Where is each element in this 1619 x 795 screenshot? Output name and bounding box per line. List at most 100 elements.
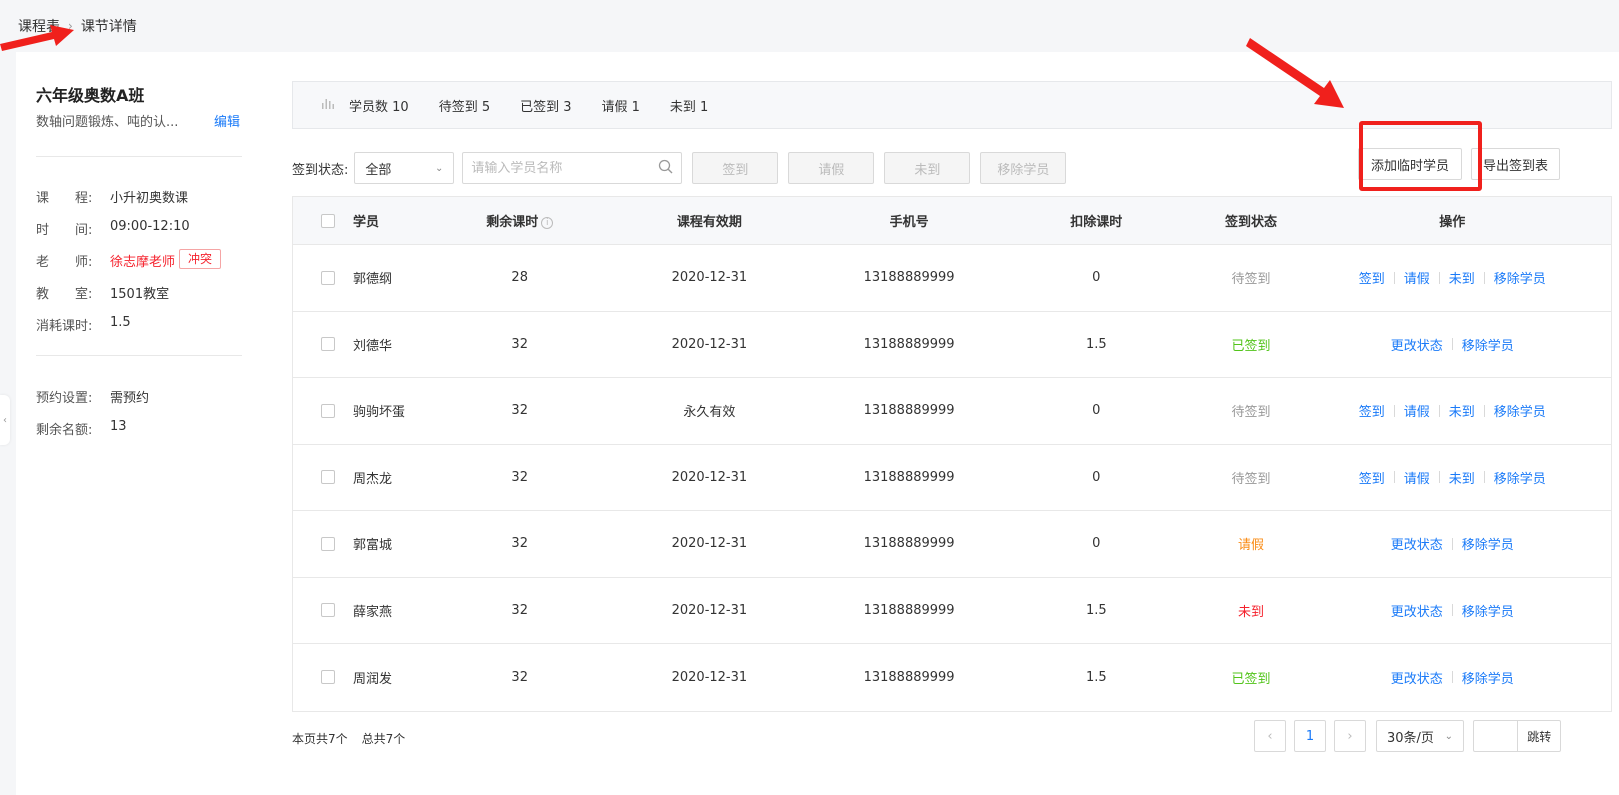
deducted-hours: 0: [1092, 536, 1101, 552]
class-description: 数轴问题锻炼、吨的认...: [36, 115, 179, 130]
row-action-link[interactable]: 移除学员: [1462, 601, 1514, 620]
row-action-link[interactable]: 移除学员: [1462, 335, 1514, 354]
row-checkbox[interactable]: [320, 536, 335, 551]
row-actions: 更改状态 移除学员: [1391, 668, 1514, 687]
bulk-leave-button[interactable]: 请假: [788, 152, 875, 184]
table-row: 薛家燕 32 2020-12-31 13188889999 1.5 未到 更改状态 移除学员: [293, 578, 1611, 644]
search-icon[interactable]: [658, 159, 673, 178]
row-action-link[interactable]: 请假: [1404, 268, 1430, 287]
info-value: 13: [110, 419, 127, 434]
action-divider: [1393, 271, 1395, 284]
page-count: 本页共7个: [292, 732, 348, 746]
bulk-remove-button[interactable]: 移除学员: [980, 152, 1067, 184]
class-title: 六年级奥数A班: [36, 86, 145, 105]
row-action-link[interactable]: 移除学员: [1494, 401, 1546, 420]
row-checkbox[interactable]: [320, 337, 335, 352]
remaining-hours: 28: [511, 270, 528, 286]
row-action-link[interactable]: 更改状态: [1391, 534, 1443, 553]
row-checkbox[interactable]: [320, 470, 335, 485]
page-size-value: 30条/页: [1387, 730, 1434, 746]
info-value: 需预约: [110, 391, 150, 406]
next-page-button[interactable]: ›: [1334, 720, 1366, 752]
row-action-link[interactable]: 移除学员: [1494, 268, 1546, 287]
row-action-link[interactable]: 请假: [1404, 401, 1430, 420]
row-action-link[interactable]: 签到: [1359, 468, 1385, 487]
breadcrumb-separator-icon: ›: [68, 19, 73, 33]
sign-in-status: 已签到: [1231, 671, 1271, 687]
sign-in-status: 请假: [1238, 538, 1265, 554]
remaining-hours: 32: [511, 669, 528, 685]
jump-button[interactable]: 跳转: [1518, 728, 1560, 745]
page-number-button[interactable]: 1: [1294, 720, 1326, 752]
info-row-time: 时 间: 09:00-12:10: [36, 219, 190, 238]
jump-page-input[interactable]: [1474, 721, 1519, 751]
phone-number: 13188889999: [863, 469, 955, 485]
row-actions: 签到 请假 未到 移除学员: [1359, 468, 1546, 487]
row-checkbox[interactable]: [320, 403, 335, 418]
row-action-link[interactable]: 签到: [1359, 401, 1385, 420]
row-action-link[interactable]: 请假: [1404, 468, 1430, 487]
stat-signed: 已签到 3: [520, 99, 572, 115]
deducted-hours: 0: [1092, 469, 1101, 485]
col-header-label: 剩余课时: [486, 215, 539, 230]
col-header-validity: 课程有效期: [676, 215, 742, 230]
select-all-checkbox[interactable]: [320, 213, 335, 228]
row-checkbox[interactable]: [320, 603, 335, 618]
deducted-hours: 0: [1092, 403, 1101, 419]
deducted-hours: 0: [1092, 270, 1101, 286]
row-action-link[interactable]: 移除学员: [1462, 668, 1514, 687]
breadcrumb: 课程表 › 课节详情: [18, 16, 137, 36]
row-checkbox[interactable]: [320, 670, 335, 685]
action-divider: [1438, 271, 1440, 284]
edit-link[interactable]: 编辑: [214, 111, 240, 130]
student-search-box[interactable]: [462, 152, 683, 184]
row-action-link[interactable]: 签到: [1359, 268, 1385, 287]
row-action-link[interactable]: 未到: [1449, 401, 1475, 420]
collapse-panel-handle[interactable]: ‹: [0, 395, 10, 445]
add-temp-student-button[interactable]: 添加临时学员: [1358, 148, 1462, 180]
table-body: 郭德纲 28 2020-12-31 13188889999 0 待签到 签到 请假 未到 移除学员…: [293, 245, 1611, 711]
remaining-hours: 32: [511, 536, 528, 552]
status-select[interactable]: 全部 ⌄: [354, 152, 455, 184]
breadcrumb-current: 课节详情: [80, 19, 137, 35]
info-label: 课 程:: [36, 191, 93, 206]
info-value: 小升初奥数课: [110, 191, 189, 206]
info-row-booking: 预约设置: 需预约: [36, 387, 149, 406]
action-divider: [1483, 404, 1485, 417]
validity-date: 2020-12-31: [671, 669, 748, 685]
chevron-right-icon: ›: [1347, 728, 1353, 744]
row-action-link[interactable]: 移除学员: [1462, 534, 1514, 553]
row-action-link[interactable]: 更改状态: [1391, 335, 1443, 354]
row-action-link[interactable]: 移除学员: [1494, 468, 1546, 487]
student-search-input[interactable]: [471, 160, 652, 176]
sign-in-status: 待签到: [1231, 471, 1271, 487]
info-row-consume: 消耗课时: 1.5: [36, 315, 131, 334]
action-divider: [1393, 471, 1395, 484]
info-label: 教 室:: [36, 287, 93, 302]
export-sign-in-button[interactable]: 导出签到表: [1471, 148, 1560, 180]
row-checkbox[interactable]: [320, 270, 335, 285]
row-action-link[interactable]: 更改状态: [1391, 601, 1443, 620]
class-info-panel: 六年级奥数A班 数轴问题锻炼、吨的认... 编辑 课 程: 小升初奥数课 时 间…: [16, 52, 262, 795]
action-divider: [1393, 404, 1395, 417]
row-action-link[interactable]: 未到: [1449, 468, 1475, 487]
validity-date: 2020-12-31: [671, 270, 748, 286]
sign-in-status: 已签到: [1231, 338, 1271, 354]
prev-page-button[interactable]: ‹: [1254, 720, 1286, 752]
deducted-hours: 1.5: [1085, 669, 1107, 685]
col-header-phone: 手机号: [889, 215, 929, 230]
sign-in-status: 待签到: [1231, 405, 1271, 421]
row-action-link[interactable]: 更改状态: [1391, 668, 1443, 687]
conflict-badge: 冲突: [179, 249, 222, 269]
validity-date: 2020-12-31: [671, 469, 748, 485]
bulk-sign-in-button[interactable]: 签到: [692, 152, 779, 184]
info-icon[interactable]: i: [541, 216, 554, 229]
row-action-link[interactable]: 未到: [1449, 268, 1475, 287]
phone-number: 13188889999: [863, 536, 955, 552]
student-name: 郭德纲: [352, 272, 392, 288]
bulk-absent-button[interactable]: 未到: [884, 152, 971, 184]
info-row-room: 教 室: 1501教室: [36, 283, 169, 302]
breadcrumb-parent-link[interactable]: 课程表: [18, 16, 60, 36]
page-size-select[interactable]: 30条/页 ⌄: [1376, 720, 1464, 752]
action-divider: [1483, 271, 1485, 284]
